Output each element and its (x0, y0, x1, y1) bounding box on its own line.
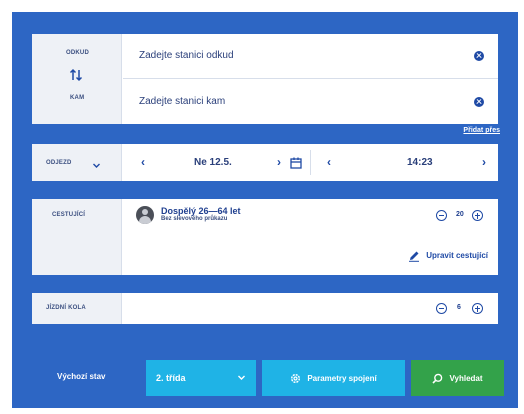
calendar-icon[interactable] (290, 156, 302, 174)
to-label: KAM (70, 95, 85, 101)
passenger-avatar (136, 206, 154, 224)
passengers-label: CESTUJÍCÍ (52, 212, 86, 218)
time-value[interactable]: 14:23 (407, 157, 433, 168)
edit-passengers-label: Upravit cestující (426, 250, 488, 260)
to-field[interactable]: Zadejte stanici kam (123, 79, 498, 124)
chevron-down-icon (92, 157, 101, 175)
from-label: ODKUD (66, 50, 89, 56)
passengers-label-column: CESTUJÍCÍ (32, 199, 122, 275)
bikes-plus-button[interactable] (472, 303, 483, 314)
from-field[interactable]: Zadejte stanici odkud (123, 34, 498, 79)
swap-arrows-icon[interactable] (68, 67, 84, 83)
default-state-label: Výchozí stav (57, 372, 106, 381)
clear-to-icon[interactable] (474, 97, 484, 107)
bikes-label: JÍZDNÍ KOLA (46, 305, 86, 311)
class-select[interactable]: 2. třída (146, 360, 256, 396)
next-date-icon[interactable]: › (277, 156, 281, 168)
bikes-label-column: JÍZDNÍ KOLA (32, 293, 122, 324)
route-section: ODKUD KAM Zadejte stanici odkud Zadejte … (32, 34, 498, 124)
search-button[interactable]: Vyhledat (411, 360, 504, 396)
search-label: Vyhledat (449, 373, 483, 383)
class-value: 2. třída (156, 373, 186, 383)
page-frame: ODKUD KAM Zadejte stanici odkud Zadejte … (0, 0, 524, 414)
connection-parameters-label: Parametry spojení (307, 373, 377, 383)
to-placeholder: Zadejte stanici kam (139, 96, 226, 107)
from-placeholder: Zadejte stanici odkud (139, 50, 234, 61)
datetime-section: ODJEZD ‹ Ne 12.5. › ‹ 14:23 › (32, 144, 498, 181)
datetime-divider (310, 150, 311, 175)
passenger-discount: Bez slevového průkazu (161, 216, 228, 222)
prev-date-icon[interactable]: ‹ (141, 156, 145, 168)
search-icon (432, 373, 443, 384)
clear-from-icon[interactable] (474, 51, 484, 61)
route-label-column: ODKUD KAM (32, 34, 122, 124)
gear-icon (290, 373, 301, 384)
bikes-count: 6 (457, 304, 461, 311)
departure-mode-select[interactable]: ODJEZD (32, 144, 122, 181)
edit-passengers-button[interactable]: Upravit cestující (408, 249, 488, 262)
date-value[interactable]: Ne 12.5. (194, 157, 232, 168)
passenger-type: Dospělý 26—64 let (161, 206, 241, 216)
pencil-icon (408, 249, 420, 262)
passenger-minus-button[interactable] (436, 210, 447, 221)
passenger-count: 20 (456, 211, 464, 218)
add-via-link[interactable]: Přidat přes (463, 127, 500, 134)
passenger-plus-button[interactable] (472, 210, 483, 221)
departure-mode-label: ODJEZD (46, 160, 72, 166)
search-form-panel: ODKUD KAM Zadejte stanici odkud Zadejte … (12, 12, 518, 408)
prev-time-icon[interactable]: ‹ (327, 156, 331, 168)
passengers-section: CESTUJÍCÍ Dospělý 26—64 let Bez slevovéh… (32, 199, 498, 275)
bikes-minus-button[interactable] (436, 303, 447, 314)
connection-parameters-button[interactable]: Parametry spojení (262, 360, 405, 396)
chevron-down-icon (237, 373, 246, 385)
bikes-section: JÍZDNÍ KOLA 6 (32, 293, 498, 324)
next-time-icon[interactable]: › (482, 156, 486, 168)
